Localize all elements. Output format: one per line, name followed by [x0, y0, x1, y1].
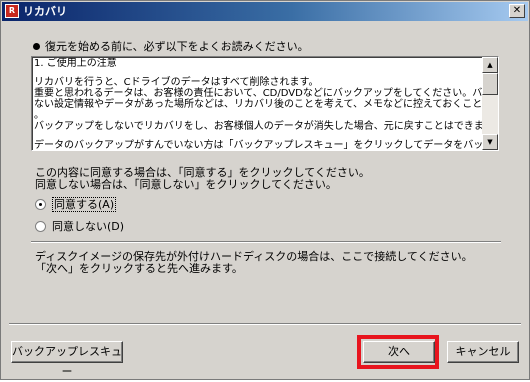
notice-scrollbar[interactable]: ▲ ▼: [482, 57, 498, 150]
close-button[interactable]: ✕: [509, 4, 525, 18]
notice-line: 。: [34, 110, 44, 121]
heading-text: 復元を始める前に、必ず以下をよくお読みください。: [45, 40, 309, 53]
notice-textbox[interactable]: 1. ご使用上の注意 リカバリを行うと、Cドライブのデータはすべて削除されます。…: [31, 56, 499, 151]
agreement-line-2: 同意しない場合は、「同意しない」をクリックしてください。: [35, 178, 337, 191]
recovery-dialog: R リカバリ ✕ 復元を始める前に、必ず以下をよくお読みください。 1. ご使用…: [0, 0, 530, 380]
title-bar: R リカバリ ✕: [2, 2, 528, 21]
next-button-highlight-frame: [357, 335, 439, 369]
connection-info: ディスクイメージの保存先が外付けハードディスクの場合は、ここで接続してください。…: [35, 251, 473, 275]
cancel-button[interactable]: キャンセル: [447, 341, 519, 363]
notice-line: バックアップをしないでリカバリをし、お客様個人のデータが消失した場合、元に戻すこ…: [34, 121, 482, 132]
window-title: リカバリ: [23, 5, 67, 18]
notice-line: ない設定情報やデータがあった場所などは、リカバリ後のことを考えて、メモなどに控え…: [34, 99, 482, 110]
scroll-thumb[interactable]: [482, 73, 498, 95]
agreement-instructions: この内容に同意する場合は、「同意する」をクリックしてください。 同意しない場合は…: [35, 167, 370, 191]
footer-divider: [9, 323, 521, 325]
agree-radio-label[interactable]: 同意する(A): [52, 197, 117, 212]
scroll-down-arrow-icon[interactable]: ▼: [482, 134, 498, 150]
bullet-icon: [33, 43, 40, 50]
agree-radio[interactable]: [35, 199, 46, 210]
disagree-radio-option[interactable]: 同意しない(D): [35, 220, 124, 234]
notice-line: リカバリを行うと、Cドライブのデータはすべて削除されます。: [34, 77, 319, 88]
agree-radio-option[interactable]: 同意する(A): [35, 197, 117, 212]
app-icon: R: [5, 4, 19, 18]
disagree-radio[interactable]: [35, 221, 46, 232]
notice-line: データのバックアップがすんでいない方は「バックアップレスキュー」をクリックしてデ…: [34, 140, 482, 151]
instruction-heading: 復元を始める前に、必ず以下をよくお読みください。: [33, 38, 309, 54]
backup-rescue-button[interactable]: バックアップレスキュー: [11, 341, 123, 378]
info-line-2: 「次へ」をクリックすると先へ進みます。: [35, 262, 243, 275]
divider: [31, 241, 501, 243]
notice-content: 1. ご使用上の注意 リカバリを行うと、Cドライブのデータはすべて削除されます。…: [34, 58, 482, 151]
disagree-radio-label[interactable]: 同意しない(D): [52, 220, 124, 233]
scroll-up-arrow-icon[interactable]: ▲: [482, 57, 498, 73]
notice-line: 1. ご使用上の注意: [34, 58, 117, 69]
notice-line: 重要と思われるデータは、お客様の責任において、CD/DVDなどにバックアップをし…: [34, 88, 482, 99]
